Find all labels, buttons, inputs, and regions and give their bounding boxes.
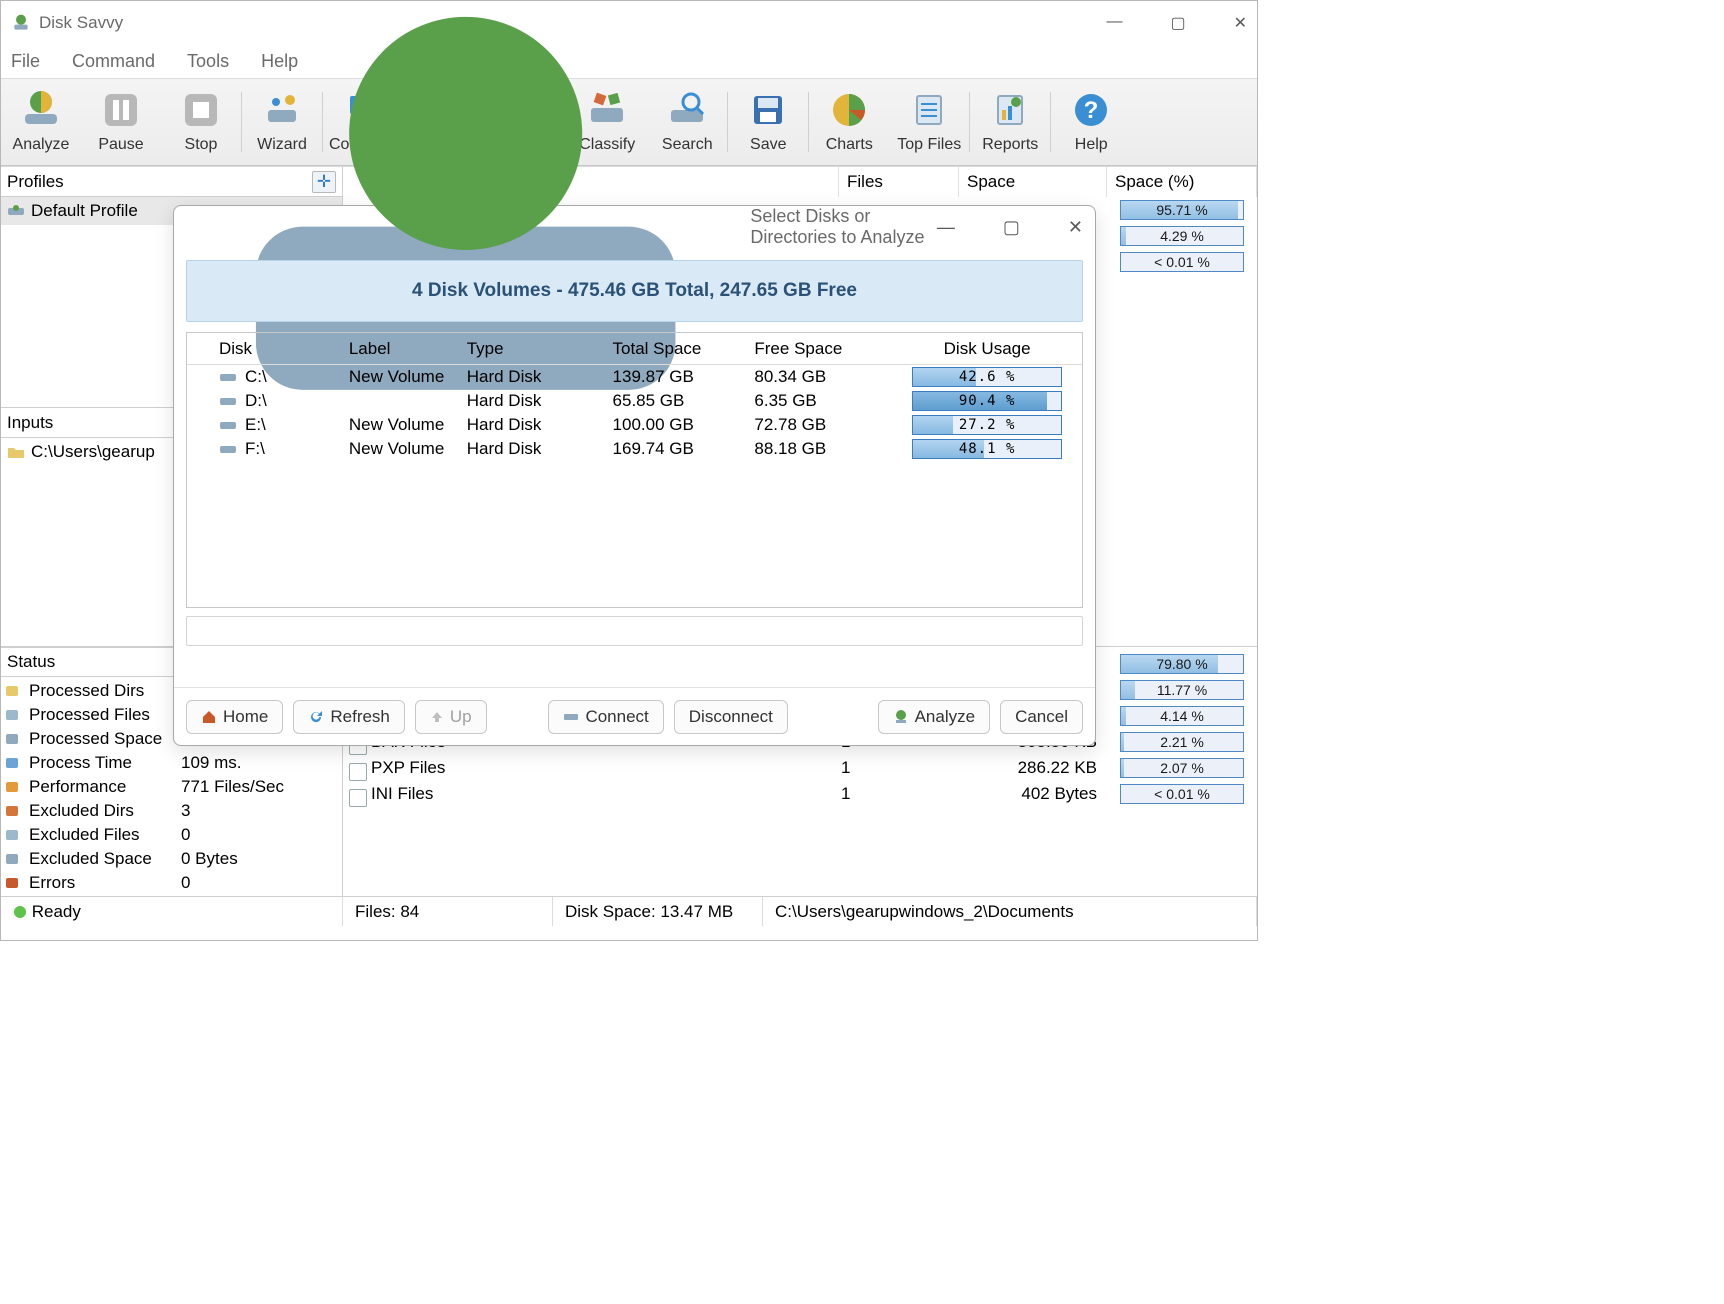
dlg-col-total[interactable]: Total Space	[605, 339, 747, 359]
home-button[interactable]: Home	[186, 700, 283, 734]
dialog-disk-table: Disk Label Type Total Space Free Space D…	[186, 332, 1083, 608]
drive-icon	[7, 204, 25, 218]
analyze-button[interactable]: Analyze	[878, 700, 990, 734]
disk-row[interactable]: E:\New VolumeHard Disk100.00 GB72.78 GB2…	[187, 413, 1082, 437]
tb-charts-icon	[827, 88, 871, 132]
cancel-button[interactable]: Cancel	[1000, 700, 1083, 734]
dlg-col-free[interactable]: Free Space	[746, 339, 892, 359]
tb-help[interactable]: ?Help	[1051, 84, 1131, 160]
status-row-icon	[5, 708, 19, 722]
tb-pause-icon	[99, 88, 143, 132]
dlg-col-label[interactable]: Label	[341, 339, 459, 359]
filetype-row[interactable]: PXP Files1286.22 KB2.07 %	[343, 755, 1257, 781]
tb-save-icon	[746, 88, 790, 132]
disk-row[interactable]: D:\Hard Disk65.85 GB6.35 GB90.4 %	[187, 389, 1082, 413]
status-row-icon	[5, 684, 19, 698]
filetype-row[interactable]: INI Files1402 Bytes< 0.01 %	[343, 781, 1257, 807]
space-pct-bar: 4.29 %	[1120, 226, 1244, 246]
dlg-col-type[interactable]: Type	[459, 339, 605, 359]
disk-row[interactable]: F:\New VolumeHard Disk169.74 GB88.18 GB4…	[187, 437, 1082, 461]
tb-reports[interactable]: Reports	[970, 84, 1050, 160]
tb-reports-icon	[988, 88, 1032, 132]
drive-icon	[219, 394, 237, 408]
select-disks-dialog: Select Disks or Directories to Analyze —…	[173, 205, 1096, 746]
status-row: Excluded Space0 Bytes	[5, 847, 338, 871]
svg-text:?: ?	[1084, 97, 1099, 124]
filetype-pct-bar: 2.07 %	[1120, 758, 1244, 778]
status-files: Files: 84	[355, 902, 419, 922]
dlg-col-usage[interactable]: Disk Usage	[892, 339, 1082, 359]
close-icon[interactable]: ✕	[1234, 13, 1247, 33]
window-title: Disk Savvy	[39, 13, 123, 33]
status-row-icon	[5, 852, 19, 866]
tb-topfiles[interactable]: Top Files	[889, 84, 969, 160]
status-row-icon	[5, 876, 19, 890]
connect-button[interactable]: Connect	[548, 700, 663, 734]
dialog-path-input[interactable]	[186, 616, 1083, 646]
col-files[interactable]: Files	[839, 167, 959, 197]
status-row: Performance771 Files/Sec	[5, 775, 338, 799]
refresh-button[interactable]: Refresh	[293, 700, 405, 734]
status-row-icon	[5, 804, 19, 818]
dialog-minimize-icon[interactable]: —	[937, 217, 955, 238]
tb-pause[interactable]: Pause	[81, 84, 161, 160]
status-bar: Ready Files: 84 Disk Space: 13.47 MB C:\…	[1, 896, 1257, 926]
status-row: Errors0	[5, 871, 338, 895]
status-row-icon	[5, 756, 19, 770]
status-row-icon	[5, 732, 19, 746]
up-button[interactable]: Up	[415, 700, 487, 734]
app-icon	[11, 13, 31, 33]
status-row: Excluded Files0	[5, 823, 338, 847]
filetype-pct-bar: 11.77 %	[1120, 680, 1244, 700]
disk-usage-bar: 48.1 %	[912, 439, 1062, 459]
dialog-title: Select Disks or Directories to Analyze	[750, 206, 937, 248]
status-ready: Ready	[32, 902, 81, 922]
disk-row[interactable]: C:\New VolumeHard Disk139.87 GB80.34 GB4…	[187, 365, 1082, 389]
drive-icon	[219, 442, 237, 456]
main-window: Disk Savvy — ▢ ✕ FileCommandToolsHelp An…	[0, 0, 1258, 941]
maximize-icon[interactable]: ▢	[1170, 13, 1185, 33]
dlg-col-disk[interactable]: Disk	[211, 339, 341, 359]
disk-usage-bar: 27.2 %	[912, 415, 1062, 435]
tb-charts[interactable]: Charts	[809, 84, 889, 160]
filetype-pct-bar: 2.21 %	[1120, 732, 1244, 752]
dialog-summary: 4 Disk Volumes - 475.46 GB Total, 247.65…	[186, 260, 1083, 322]
minimize-icon[interactable]: —	[1106, 13, 1122, 33]
filetype-pct-bar: < 0.01 %	[1120, 784, 1244, 804]
ready-icon	[13, 905, 27, 919]
menu-file[interactable]: File	[11, 51, 40, 72]
status-row-icon	[5, 828, 19, 842]
drive-icon	[219, 418, 237, 432]
col-pct[interactable]: Space (%)	[1107, 167, 1257, 197]
dialog-maximize-icon[interactable]: ▢	[1003, 217, 1020, 238]
dialog-close-icon[interactable]: ✕	[1068, 217, 1083, 238]
disk-usage-bar: 90.4 %	[912, 391, 1062, 411]
menu-command[interactable]: Command	[72, 51, 155, 72]
folder-icon	[7, 445, 25, 459]
filetype-pct-bar: 79.80 %	[1120, 654, 1244, 674]
drive-icon	[219, 370, 237, 384]
filetype-pct-bar: 4.14 %	[1120, 706, 1244, 726]
tb-topfiles-icon	[907, 88, 951, 132]
col-space[interactable]: Space	[959, 167, 1107, 197]
disconnect-button[interactable]: Disconnect	[674, 700, 788, 734]
space-pct-bar: < 0.01 %	[1120, 252, 1244, 272]
tb-help-icon: ?	[1069, 88, 1113, 132]
status-space: Disk Space: 13.47 MB	[565, 902, 733, 922]
tb-analyze[interactable]: Analyze	[1, 84, 81, 160]
disk-usage-bar: 42.6 %	[912, 367, 1062, 387]
status-row: Process Time109 ms.	[5, 751, 338, 775]
status-row: Excluded Dirs3	[5, 799, 338, 823]
tb-analyze-icon	[19, 88, 63, 132]
status-path: C:\Users\gearupwindows_2\Documents	[775, 902, 1074, 922]
status-row-icon	[5, 780, 19, 794]
space-pct-bar: 95.71 %	[1120, 200, 1244, 220]
